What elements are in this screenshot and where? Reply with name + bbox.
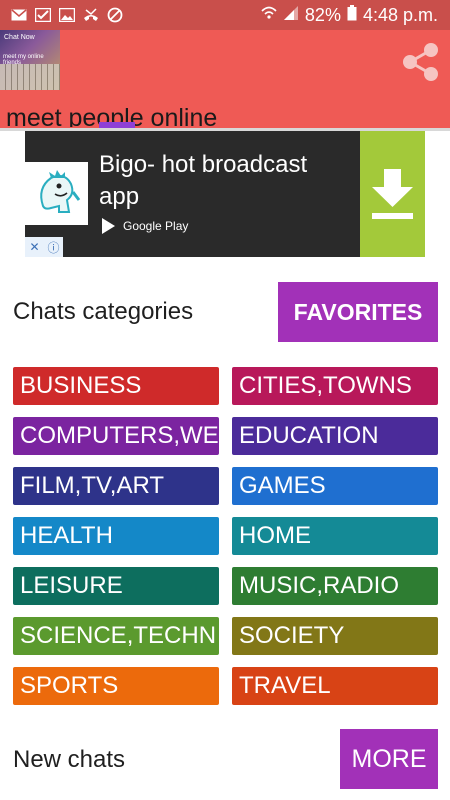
ad-app-icon[interactable] [25,162,88,225]
category-button-business[interactable]: BUSINESS [13,367,219,405]
category-button-film-tv-art[interactable]: FILM,TV,ART [13,467,219,505]
ad-info-button[interactable]: ⓘ [44,237,63,257]
ad-title[interactable]: Bigo- hot broadcast app [99,149,349,213]
more-button[interactable]: MORE [340,729,438,789]
blocked-icon [106,6,124,24]
image-icon [58,6,76,24]
category-button-travel[interactable]: TRAVEL [232,667,438,705]
category-button-music-radio[interactable]: MUSIC,RADIO [232,567,438,605]
keyboard-image [0,64,60,90]
ad-controls: ✕ ⓘ [25,237,63,257]
mail-icon [10,6,28,24]
category-button-health[interactable]: HEALTH [13,517,219,555]
categories-title: Chats categories [13,298,194,325]
ad-close-button[interactable]: ✕ [25,237,44,257]
app-logo[interactable]: Chat Now meet my online friends [0,30,60,90]
ad-download-button[interactable] [360,131,425,257]
battery-icon [347,5,357,26]
category-button-sports[interactable]: SPORTS [13,667,219,705]
wifi-icon [261,5,277,26]
category-button-home[interactable]: HOME [232,517,438,555]
download-icon [372,169,413,219]
category-button-science-techn[interactable]: SCIENCE,TECHN [13,617,219,655]
store-label: Google Play [123,219,189,233]
category-button-society[interactable]: SOCIETY [232,617,438,655]
check-icon [34,6,52,24]
new-chats-title: New chats [13,746,126,773]
missed-call-icon [82,6,100,24]
clock: 4:48 p.m. [362,5,438,25]
battery-percent: 82% [304,5,341,25]
notification-icons [10,6,124,24]
category-button-games[interactable]: GAMES [232,467,438,505]
status-right: 82% 4:48 p.m. [261,5,438,26]
play-icon [102,218,115,234]
dinosaur-icon [39,169,80,213]
signal-icon [283,5,299,26]
app-logo-title: Chat Now [4,34,35,41]
share-icon [403,43,438,81]
share-button[interactable] [398,40,442,84]
category-button-education[interactable]: EDUCATION [232,417,438,455]
google-play-badge: Google Play [99,217,188,235]
ad-banner[interactable]: Bigo- hot broadcast app Google Play ✕ ⓘ [25,131,425,257]
app-bar: Chat Now meet my online friends meet peo… [0,30,450,128]
favorites-button[interactable]: FAVORITES [278,282,438,342]
status-bar: 82% 4:48 p.m. [0,0,450,30]
category-button-computers-we[interactable]: COMPUTERS,WE [13,417,219,455]
category-button-cities-towns[interactable]: CITIES,TOWNS [232,367,438,405]
category-button-leisure[interactable]: LEISURE [13,567,219,605]
